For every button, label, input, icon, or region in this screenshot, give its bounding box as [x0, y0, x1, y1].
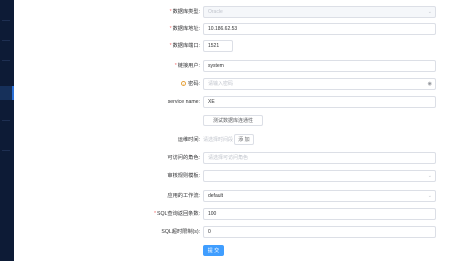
- maintenance-time-picker[interactable]: 请选择时间段: [203, 133, 233, 147]
- db-address-label: *数据库地址:: [169, 26, 200, 32]
- conn-user-label: *链接用户:: [174, 63, 200, 69]
- access-roles-label: 可访问的角色:: [167, 155, 200, 161]
- sidebar-divider: [2, 60, 10, 61]
- form-row-access-roles: 可访问的角色: 请选择可访问角色: [14, 151, 474, 165]
- password-input[interactable]: 请输入密码 ◉: [203, 78, 436, 90]
- chevron-down-icon: ⌄: [427, 173, 432, 179]
- test-connection-button[interactable]: 测试数据库连通性: [203, 115, 263, 126]
- form-row-password: ! 密码: 请输入密码 ◉: [14, 77, 474, 91]
- submit-button[interactable]: 提 交: [203, 245, 224, 256]
- sidebar: [0, 0, 14, 261]
- db-address-input[interactable]: 10.186.62.53: [203, 23, 436, 35]
- sql-max-rows-label: *SQL查询返回条数:: [154, 211, 200, 217]
- workflow-label: 应用的工作流:: [167, 193, 200, 199]
- sql-timeout-input[interactable]: 0: [203, 226, 436, 238]
- form-row-maintenance: 运维时间: 请选择时间段 添 加: [14, 133, 474, 147]
- form-row-db-type: *数据库类型: Oracle ⌄: [14, 5, 474, 19]
- service-name-label: service name:: [167, 99, 200, 105]
- sql-max-rows-input[interactable]: 100: [203, 208, 436, 220]
- sql-timeout-label: SQL超时限制(s):: [161, 229, 200, 235]
- sidebar-item-active[interactable]: [0, 86, 14, 100]
- form-row-test: 测试数据库连通性: [14, 114, 474, 128]
- form-row-db-port: *数据库端口: 1521: [14, 39, 474, 53]
- sidebar-divider: [2, 40, 10, 41]
- db-type-label: *数据库类型:: [169, 9, 200, 15]
- eye-icon[interactable]: ◉: [428, 79, 432, 89]
- db-port-label: *数据库端口:: [169, 43, 200, 49]
- instance-form: *数据库类型: Oracle ⌄ *数据库地址: 10.186.62.53 *数…: [14, 0, 474, 261]
- form-row-conn-user: *链接用户: system: [14, 59, 474, 73]
- sidebar-divider: [2, 20, 10, 21]
- db-type-select[interactable]: Oracle ⌄: [203, 6, 436, 18]
- form-row-workflow: 应用的工作流: default ⌄: [14, 189, 474, 203]
- sidebar-divider: [2, 150, 10, 151]
- form-row-service-name: service name: XE: [14, 95, 474, 109]
- maintenance-label: 运维时间:: [177, 137, 200, 143]
- sidebar-divider: [2, 120, 10, 121]
- form-row-sql-timeout: SQL超时限制(s): 0: [14, 225, 474, 239]
- workflow-select[interactable]: default ⌄: [203, 190, 436, 202]
- form-row-db-address: *数据库地址: 10.186.62.53: [14, 22, 474, 36]
- chevron-down-icon: ⌄: [427, 9, 432, 15]
- chevron-down-icon: ⌄: [427, 193, 432, 199]
- db-port-input[interactable]: 1521: [203, 40, 233, 52]
- conn-user-input[interactable]: system: [203, 60, 436, 72]
- audit-rule-select[interactable]: ⌄: [203, 170, 436, 182]
- form-row-sql-max-rows: *SQL查询返回条数: 100: [14, 207, 474, 221]
- access-roles-select[interactable]: 请选择可访问角色: [203, 152, 436, 164]
- form-row-submit: 提 交: [14, 244, 474, 258]
- warning-circle-icon[interactable]: !: [181, 81, 187, 87]
- audit-rule-label: 审核规则模板:: [167, 173, 200, 179]
- service-name-input[interactable]: XE: [203, 96, 436, 108]
- password-label: ! 密码:: [181, 81, 200, 88]
- add-maintenance-button[interactable]: 添 加: [234, 134, 254, 145]
- form-row-audit-rule: 审核规则模板: ⌄: [14, 169, 474, 183]
